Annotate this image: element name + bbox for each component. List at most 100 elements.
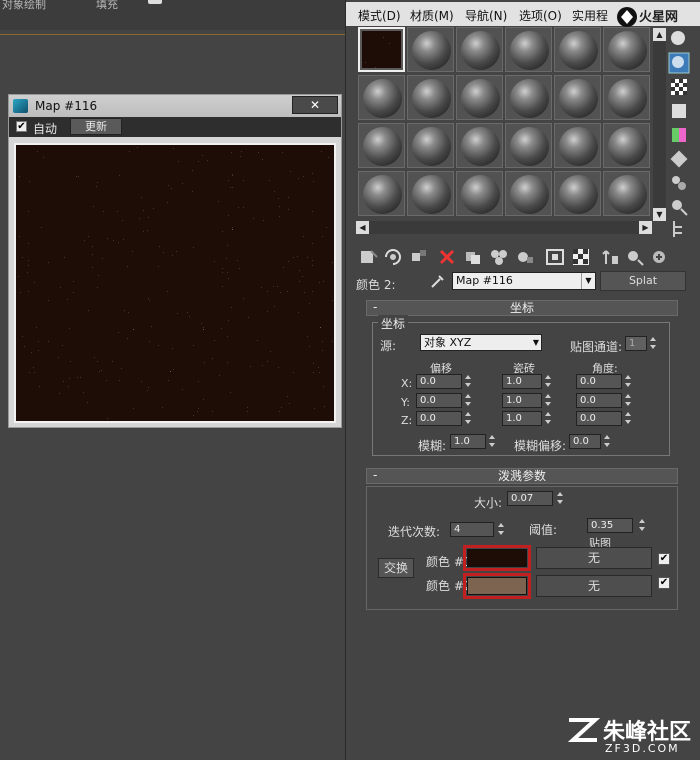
select-by-material-icon[interactable] <box>668 196 690 218</box>
scroll-up-icon[interactable]: ▲ <box>653 28 666 41</box>
menu-options[interactable]: 选项(O) <box>519 7 562 24</box>
blur-offset-value[interactable]: 0.0 <box>569 434 601 449</box>
z-angle-value[interactable]: 0.0 <box>576 411 622 426</box>
menu-navigation[interactable]: 导航(N) <box>465 7 507 24</box>
color2-map-button[interactable]: 无 <box>536 575 652 597</box>
blur-offset-spinner[interactable]: 0.0 <box>569 434 611 449</box>
z-angle-spinner[interactable]: 0.0 <box>576 411 632 426</box>
y-tiling-spinner[interactable]: 1.0 <box>502 393 552 408</box>
map-type-button[interactable]: Splat <box>600 271 686 291</box>
update-button[interactable]: 更新 <box>70 118 122 135</box>
spinner-arrows-icon[interactable] <box>555 491 564 506</box>
sample-slot[interactable] <box>358 123 405 168</box>
sample-slot[interactable] <box>554 27 601 72</box>
spinner-arrows-icon[interactable] <box>496 522 505 537</box>
make-unique-icon[interactable] <box>488 246 510 268</box>
scroll-right-icon[interactable]: ▶ <box>639 221 652 234</box>
spinner-arrows-icon[interactable] <box>463 411 472 426</box>
iterations-spinner[interactable]: 4 <box>450 522 506 537</box>
reset-map-icon[interactable] <box>436 246 458 268</box>
make-preview-icon[interactable] <box>668 148 690 170</box>
sample-slot[interactable] <box>554 75 601 120</box>
options-icon[interactable] <box>668 172 690 194</box>
swap-button[interactable]: 交换 <box>378 558 414 578</box>
assign-to-selection-icon[interactable] <box>408 246 430 268</box>
menu-material[interactable]: 材质(M) <box>410 7 454 24</box>
spinner-arrows-icon[interactable] <box>648 336 657 351</box>
x-offset-spinner[interactable]: 0.0 <box>416 374 472 389</box>
x-offset-value[interactable]: 0.0 <box>416 374 462 389</box>
size-spinner[interactable]: 0.07 <box>507 491 565 506</box>
map-window-titlebar[interactable]: Map #116 ✕ <box>9 95 341 117</box>
color1-map-checkbox[interactable]: ✔ <box>658 553 670 565</box>
y-angle-spinner[interactable]: 0.0 <box>576 393 632 408</box>
put-to-library-icon[interactable] <box>514 246 536 268</box>
scroll-down-icon[interactable]: ▼ <box>653 208 666 221</box>
scroll-left-icon[interactable]: ◀ <box>356 221 369 234</box>
source-dropdown[interactable]: 对象 XYZ ▼ <box>420 334 542 351</box>
eyedropper-icon[interactable] <box>430 273 446 289</box>
sample-slot[interactable] <box>554 171 601 216</box>
size-value[interactable]: 0.07 <box>507 491 553 506</box>
z-offset-spinner[interactable]: 0.0 <box>416 411 472 426</box>
map-name-field[interactable]: Map #116 ▼ <box>452 272 596 290</box>
sample-slot[interactable] <box>554 123 601 168</box>
sample-slot-active[interactable] <box>358 27 405 72</box>
material-map-navigator-icon[interactable] <box>668 218 690 240</box>
sample-slot[interactable] <box>358 75 405 120</box>
spinner-arrows-icon[interactable] <box>623 411 632 426</box>
y-offset-spinner[interactable]: 0.0 <box>416 393 472 408</box>
slots-horizontal-scrollbar[interactable]: ◀ ▶ <box>356 221 652 234</box>
color2-swatch[interactable] <box>463 573 531 599</box>
threshold-spinner[interactable]: 0.35 <box>587 518 647 533</box>
sample-slot[interactable] <box>358 171 405 216</box>
x-tiling-spinner[interactable]: 1.0 <box>502 374 552 389</box>
sample-slot[interactable] <box>505 123 552 168</box>
chevron-down-icon[interactable]: ▼ <box>581 273 595 289</box>
spinner-arrows-icon[interactable] <box>463 393 472 408</box>
sample-slot[interactable] <box>407 75 454 120</box>
coordinates-rollout-header[interactable]: - 坐标 <box>366 300 678 316</box>
close-button[interactable]: ✕ <box>292 96 338 114</box>
z-tiling-spinner[interactable]: 1.0 <box>502 411 552 426</box>
sample-type-icon[interactable] <box>668 28 690 50</box>
video-color-icon[interactable] <box>668 124 690 146</box>
put-to-scene-icon[interactable] <box>382 246 404 268</box>
x-angle-value[interactable]: 0.0 <box>576 374 622 389</box>
auto-checkbox[interactable]: ✔ <box>16 121 27 132</box>
spinner-arrows-icon[interactable] <box>637 518 646 533</box>
sample-slot[interactable] <box>603 123 650 168</box>
menu-mode[interactable]: 模式(D) <box>358 7 401 24</box>
sample-slot[interactable] <box>505 27 552 72</box>
sample-slot[interactable] <box>407 27 454 72</box>
sample-slot[interactable] <box>603 27 650 72</box>
sample-slot[interactable] <box>456 123 503 168</box>
threshold-value[interactable]: 0.35 <box>587 518 633 533</box>
color1-map-button[interactable]: 无 <box>536 547 652 569</box>
color1-swatch[interactable] <box>463 545 531 571</box>
x-angle-spinner[interactable]: 0.0 <box>576 374 632 389</box>
y-offset-value[interactable]: 0.0 <box>416 393 462 408</box>
y-angle-value[interactable]: 0.0 <box>576 393 622 408</box>
sample-slot[interactable] <box>456 75 503 120</box>
sample-slot[interactable] <box>407 123 454 168</box>
backlight-icon[interactable] <box>668 52 690 74</box>
show-map-in-viewport-icon[interactable] <box>570 246 592 268</box>
sample-slot[interactable] <box>603 75 650 120</box>
map-channel-value[interactable]: 1 <box>625 336 647 351</box>
slots-vertical-scrollbar[interactable]: ▲ ▼ <box>653 28 666 221</box>
material-id-icon[interactable] <box>544 246 566 268</box>
spinner-arrows-icon[interactable] <box>487 434 496 449</box>
z-offset-value[interactable]: 0.0 <box>416 411 462 426</box>
iterations-value[interactable]: 4 <box>450 522 494 537</box>
sample-slot[interactable] <box>603 171 650 216</box>
uv-tiling-icon[interactable] <box>668 100 690 122</box>
map-channel-spinner[interactable]: 1 <box>625 336 657 351</box>
spinner-arrows-icon[interactable] <box>623 393 632 408</box>
spinner-arrows-icon[interactable] <box>543 411 552 426</box>
menu-utilities[interactable]: 实用程 <box>572 7 608 24</box>
sample-slot[interactable] <box>505 171 552 216</box>
sample-slot[interactable] <box>456 27 503 72</box>
splat-parameters-rollout-header[interactable]: - 泼溅参数 <box>366 468 678 484</box>
color2-map-checkbox[interactable]: ✔ <box>658 577 670 589</box>
